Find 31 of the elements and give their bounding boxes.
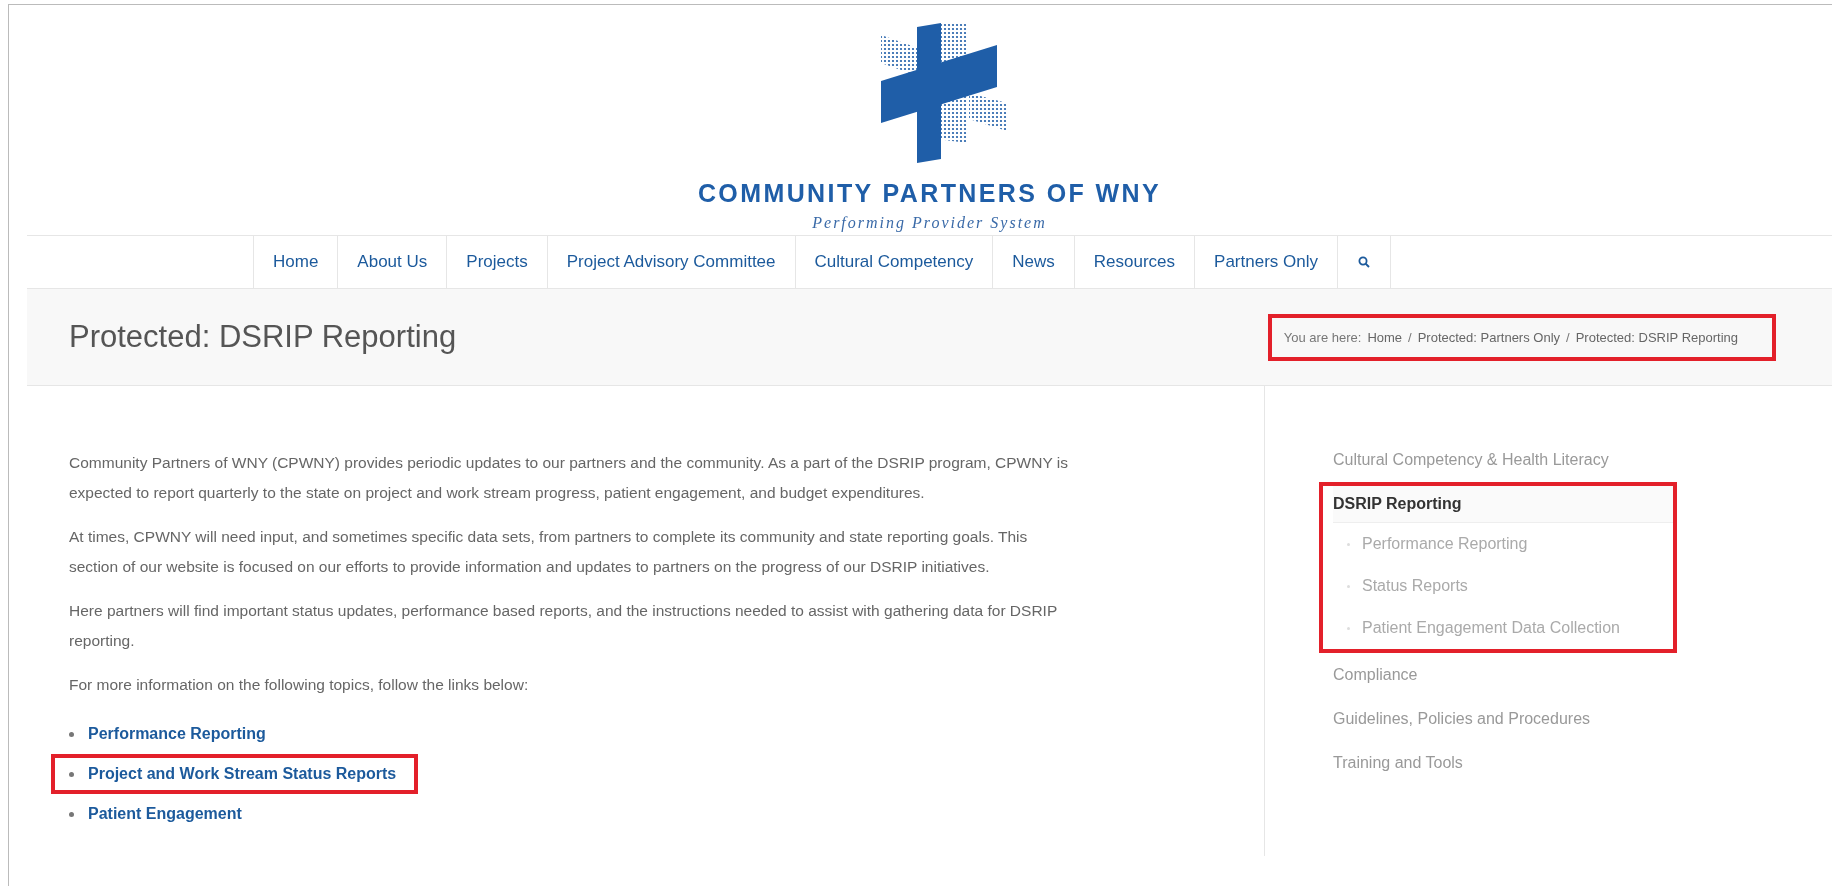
breadcrumb-link[interactable]: Home <box>1367 329 1403 345</box>
breadcrumb-link[interactable]: Protected: DSRIP Reporting <box>1575 329 1738 345</box>
sidebar-item[interactable]: DSRIP Reporting <box>1333 486 1673 523</box>
content-link[interactable]: Patient Engagement <box>88 802 242 826</box>
bullet-icon <box>69 811 74 817</box>
bullet-icon <box>69 771 74 777</box>
nav-link[interactable]: About Us <box>337 236 447 288</box>
nav-link[interactable]: Home <box>253 236 338 288</box>
breadcrumb-link[interactable]: Protected: Partners Only <box>1417 329 1561 345</box>
bullet-icon <box>69 731 74 737</box>
breadcrumb-label: You are here: <box>1283 329 1362 345</box>
nav-link[interactable]: Cultural Competency <box>794 236 993 288</box>
tagline: Performing Provider System <box>812 214 1047 232</box>
search-icon <box>1358 256 1370 268</box>
nav-link[interactable]: Resources <box>1073 236 1195 288</box>
nav-link[interactable]: Partners Only <box>1194 236 1337 288</box>
breadcrumb-separator: / <box>1408 329 1412 345</box>
nav-link[interactable]: Projects <box>446 236 547 288</box>
organization-name: COMMUNITY PARTNERS OF WNY <box>697 179 1162 208</box>
content-link[interactable]: Project and Work Stream Status Reports <box>88 762 397 786</box>
search-button[interactable] <box>1337 236 1391 288</box>
paragraph: Community Partners of WNY (CPWNY) provides periodic updates to our partners and the community. As a part of the DSRIP program, CPWNY is expected to report quarterly to the state on project and work stream progress, patient engagement, and budget expenditures. <box>69 453 1069 503</box>
content-link[interactable]: Performance Reporting <box>88 722 266 746</box>
nav-link[interactable]: News <box>992 236 1074 288</box>
paragraph: At times, CPWNY will need input, and sometimes specific data sets, from partners to complete its community and state reporting goals. This section of our website is focused on our efforts to provide information and updates to partners on the progress of our DSRIP initiatives. <box>69 527 1029 577</box>
page-title: Protected: DSRIP Reporting <box>69 319 457 355</box>
nav-link[interactable]: Project Advisory Committee <box>546 236 795 288</box>
breadcrumb-separator: / <box>1566 329 1570 345</box>
cross-logo-icon <box>878 23 1009 163</box>
paragraph: Here partners will find important status updates, performance based reports, and the instructions needed to assist with gathering data for DSRIP reporting. <box>69 601 1058 651</box>
paragraph: For more information on the following topics, follow the links below: <box>69 675 530 695</box>
